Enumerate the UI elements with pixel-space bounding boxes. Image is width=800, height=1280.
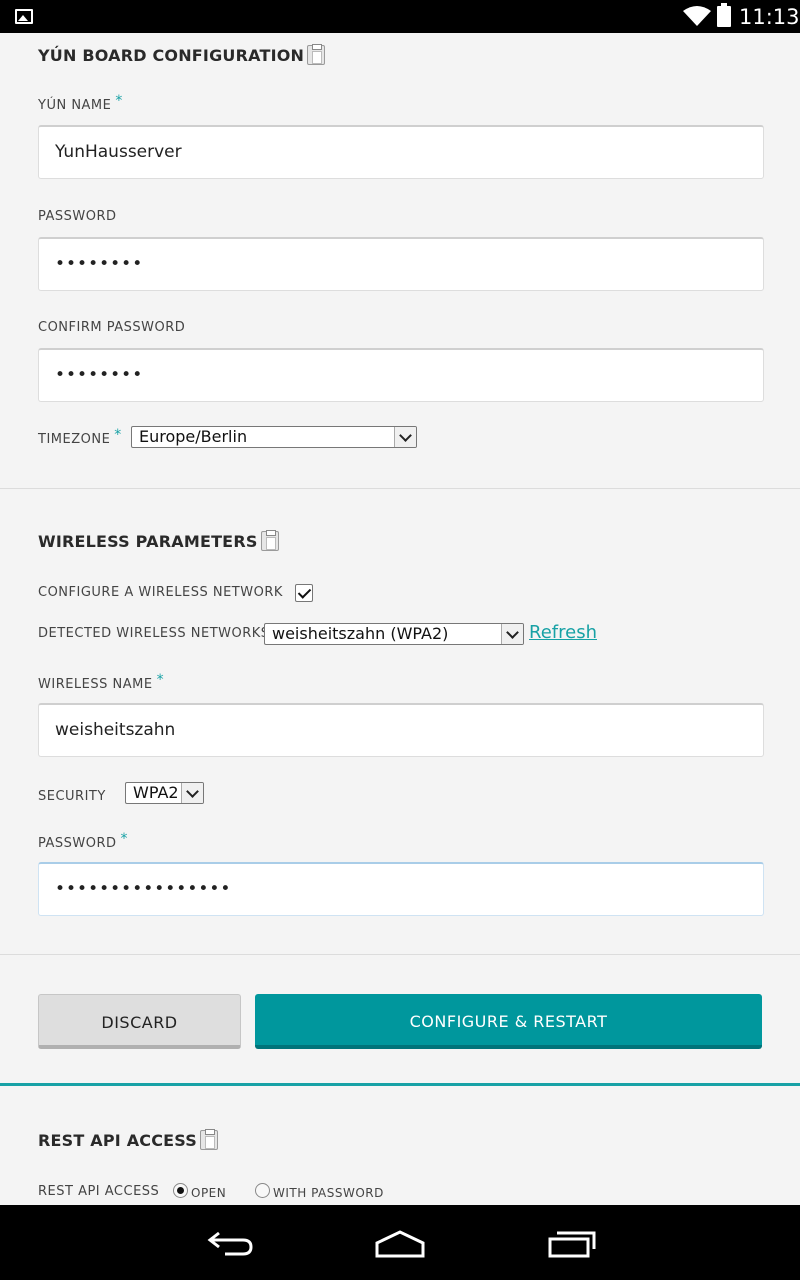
status-bar: 11:13: [0, 0, 800, 33]
chevron-down-icon: [501, 624, 523, 644]
board-config-title: YÚN BOARD CONFIGURATION: [38, 46, 305, 65]
rest-api-label: REST API ACCESS: [38, 1184, 160, 1199]
home-icon[interactable]: [374, 1229, 426, 1259]
clipboard-icon: [200, 1129, 219, 1150]
security-label: SECURITY: [38, 789, 106, 804]
rest-api-open-radio[interactable]: [173, 1183, 188, 1198]
yun-name-label: YÚN NAME: [38, 98, 112, 113]
wireless-name-label-row: WIRELESS NAME *: [38, 672, 164, 692]
wireless-heading: WIRELESS PARAMETERS: [38, 530, 279, 551]
required-mark: *: [114, 427, 122, 443]
chevron-down-icon: [181, 783, 203, 803]
section-divider: [0, 954, 800, 955]
section-divider: [0, 488, 800, 489]
password-label: PASSWORD: [38, 209, 117, 224]
rest-api-open-label: OPEN: [191, 1186, 227, 1200]
detected-networks-label: DETECTED WIRELESS NETWORKS: [38, 626, 270, 641]
confirm-password-input[interactable]: ••••••••: [38, 348, 764, 402]
battery-icon: [717, 3, 731, 27]
rest-api-password-label: WITH PASSWORD: [273, 1186, 384, 1200]
back-icon[interactable]: [205, 1229, 255, 1257]
web-content[interactable]: YÚN BOARD CONFIGURATION YÚN NAME * YunHau…: [0, 33, 800, 1205]
security-value: WPA2: [133, 783, 179, 802]
yun-name-label-row: YÚN NAME *: [38, 93, 123, 113]
required-mark: *: [120, 831, 129, 847]
detected-networks-value: weisheitszahn (WPA2): [272, 624, 449, 643]
timezone-label-row: TIMEZONE *: [38, 427, 122, 447]
status-time: 11:13: [739, 5, 800, 29]
confirm-password-label: CONFIRM PASSWORD: [38, 320, 186, 335]
rest-api-title: REST API ACCESS: [38, 1131, 198, 1150]
configure-wireless-label: CONFIGURE A WIRELESS NETWORK: [38, 585, 283, 600]
clipboard-icon: [307, 44, 326, 65]
timezone-value: Europe/Berlin: [139, 427, 248, 446]
image-notification-icon: [15, 9, 33, 24]
security-select[interactable]: WPA2: [125, 782, 204, 804]
clipboard-icon: [260, 530, 279, 551]
wireless-name-label: WIRELESS NAME: [38, 677, 153, 692]
timezone-label: TIMEZONE: [38, 432, 111, 447]
board-config-heading: YÚN BOARD CONFIGURATION: [38, 44, 326, 65]
wifi-icon: [683, 6, 711, 26]
section-accent-divider: [0, 1083, 800, 1086]
chevron-down-icon: [394, 427, 416, 447]
timezone-select[interactable]: Europe/Berlin: [131, 426, 417, 448]
required-mark: *: [156, 672, 165, 688]
wireless-password-input[interactable]: ••••••••••••••••: [38, 862, 764, 916]
wireless-password-label-row: PASSWORD *: [38, 831, 128, 851]
configure-restart-button[interactable]: CONFIGURE & RESTART: [255, 994, 762, 1049]
discard-button[interactable]: DISCARD: [38, 994, 241, 1049]
rest-api-heading: REST API ACCESS: [38, 1129, 219, 1150]
required-mark: *: [115, 93, 123, 109]
rest-api-password-radio[interactable]: [255, 1183, 270, 1198]
refresh-link[interactable]: Refresh: [529, 622, 597, 643]
wireless-password-label: PASSWORD: [38, 836, 117, 851]
wireless-name-input[interactable]: weisheitszahn: [38, 703, 764, 757]
navigation-bar: [0, 1205, 800, 1280]
yun-name-input[interactable]: YunHausserver: [38, 125, 764, 179]
detected-networks-select[interactable]: weisheitszahn (WPA2): [264, 623, 524, 645]
password-input[interactable]: ••••••••: [38, 237, 764, 291]
wireless-title: WIRELESS PARAMETERS: [38, 532, 258, 551]
configure-wireless-checkbox[interactable]: [295, 584, 313, 602]
recents-icon[interactable]: [547, 1229, 597, 1259]
